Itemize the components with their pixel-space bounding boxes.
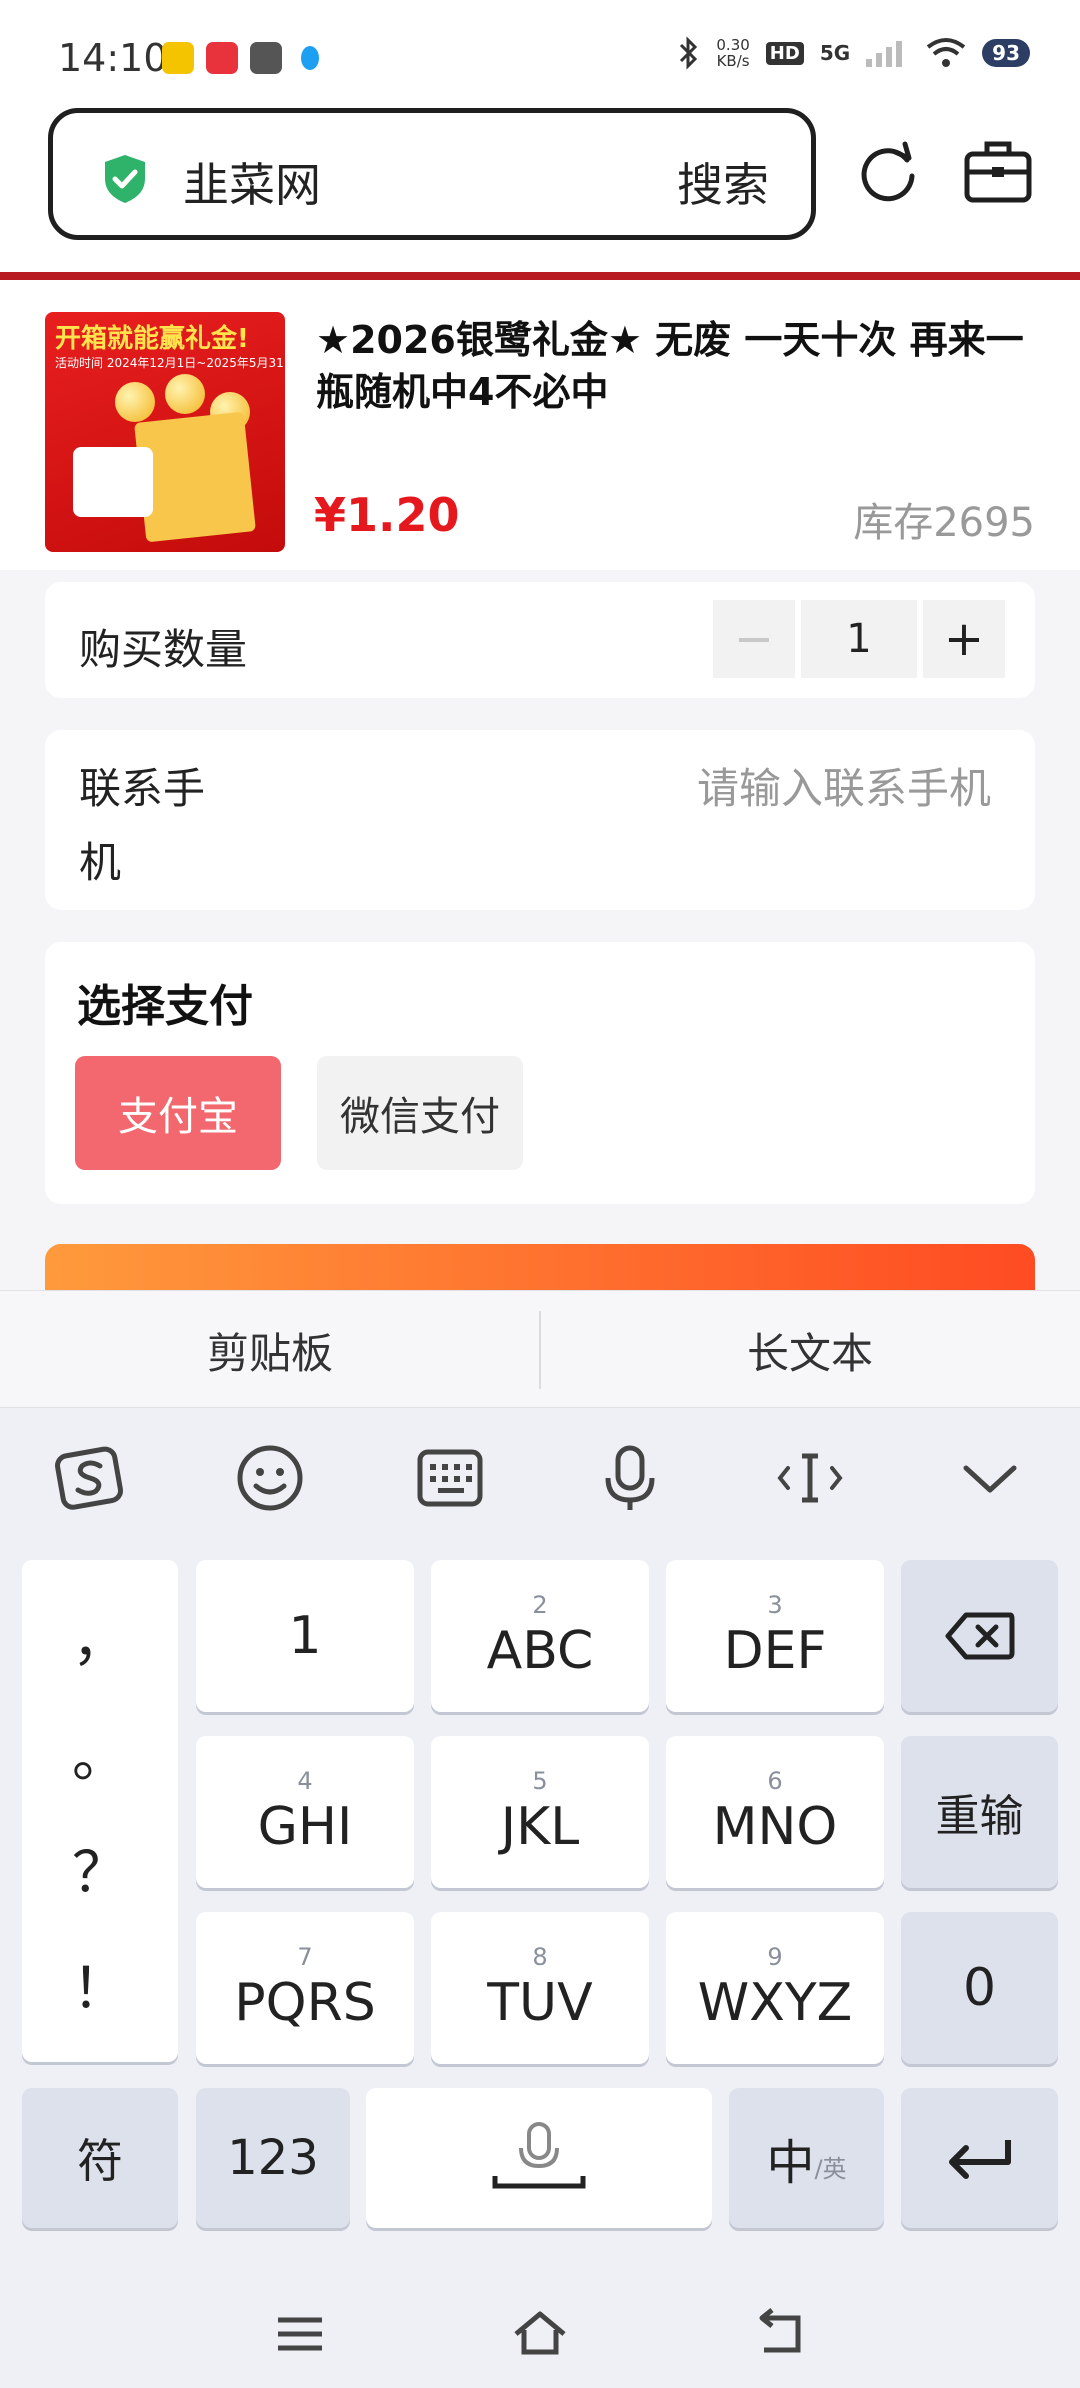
symbols-key[interactable]: 符 xyxy=(22,2088,178,2228)
emoji-icon[interactable] xyxy=(230,1438,310,1518)
hd-badge: HD xyxy=(765,41,804,65)
key-0[interactable]: 0 xyxy=(901,1912,1058,2064)
keyboard-icon[interactable] xyxy=(410,1438,490,1518)
key-9-wxyz[interactable]: 9 WXYZ xyxy=(666,1912,884,2064)
alipay-option[interactable]: 支付宝 xyxy=(75,1056,281,1170)
product-title: ★2026银鹭礼金★ 无废 一天十次 再来一瓶随机中4不必中 xyxy=(316,318,1024,414)
home-icon[interactable] xyxy=(510,2304,570,2364)
header-accent xyxy=(0,272,1080,280)
enter-icon xyxy=(948,2140,1011,2179)
key-7-pqrs[interactable]: 7 PQRS xyxy=(196,1912,414,2064)
page-content: 开箱就能赢礼金! 活动时间 2024年12月1日~2025年5月31日 ★202… xyxy=(0,272,1080,1290)
card-decoration xyxy=(73,447,153,517)
key-2-abc[interactable]: 2 ABC xyxy=(431,1560,649,1712)
qq-notification-icon xyxy=(294,42,326,74)
key-4-ghi[interactable]: 4 GHI xyxy=(196,1736,414,1888)
period-key[interactable]: 。 xyxy=(22,1712,178,1793)
contact-phone-input[interactable] xyxy=(431,758,991,818)
address-text[interactable]: 韭菜网 xyxy=(183,149,321,215)
shield-check-icon xyxy=(105,155,145,203)
signal-bars-icon xyxy=(866,41,903,67)
status-time: 14:10 xyxy=(58,36,168,80)
long-text-button[interactable]: 长文本 xyxy=(540,1291,1080,1409)
ime-keyboard: 剪贴板 长文本 ， 。 ？ ！ 1 2 ABC 3 DEF 4 GHI 5 JK… xyxy=(0,1290,1080,2388)
product-image[interactable]: 开箱就能赢礼金! 活动时间 2024年12月1日~2025年5月31日 xyxy=(45,312,285,552)
keyboard-toolbar xyxy=(0,1408,1080,1544)
wechat-pay-option[interactable]: 微信支付 xyxy=(317,1056,523,1170)
quantity-stepper: − 1 + xyxy=(713,600,1005,678)
space-key[interactable] xyxy=(366,2088,712,2228)
bluetooth-icon xyxy=(680,36,698,70)
key-1[interactable]: 1 xyxy=(196,1560,414,1712)
quantity-label: 购买数量 xyxy=(79,625,248,674)
product-price: ¥1.20 xyxy=(314,488,460,542)
enter-key[interactable] xyxy=(901,2088,1058,2228)
system-nav-bar xyxy=(0,2290,1080,2388)
clipboard-button[interactable]: 剪贴板 xyxy=(0,1291,540,1409)
menu-icon[interactable] xyxy=(270,2304,330,2364)
vivo-notification-icon xyxy=(250,42,282,74)
contact-phone-label: 联系手机 xyxy=(79,764,206,887)
reset-key[interactable]: 重输 xyxy=(901,1736,1058,1888)
payment-title: 选择支付 xyxy=(77,981,253,1032)
comma-key[interactable]: ， xyxy=(22,1596,178,1677)
question-key[interactable]: ？ xyxy=(22,1828,178,1909)
keyboard-suggestion-bar: 剪贴板 长文本 xyxy=(0,1290,1080,1408)
search-button[interactable]: 搜索 xyxy=(677,149,769,215)
product-image-subtitle: 活动时间 2024年12月1日~2025年5月31日 xyxy=(55,356,285,370)
decrease-button[interactable]: − xyxy=(713,600,795,678)
address-bar[interactable]: 韭菜网 搜索 xyxy=(48,108,816,240)
payment-card: 选择支付 支付宝 微信支付 xyxy=(45,942,1035,1204)
increase-button[interactable]: + xyxy=(923,600,1005,678)
key-3-def[interactable]: 3 DEF xyxy=(666,1560,884,1712)
language-toggle-key[interactable]: 中 /英 xyxy=(729,2088,884,2228)
product-stock: 库存2695 xyxy=(853,500,1035,546)
collapse-icon[interactable] xyxy=(950,1438,1030,1518)
coin-decoration xyxy=(115,382,155,422)
numbers-key[interactable]: 123 xyxy=(196,2088,350,2228)
backspace-key[interactable] xyxy=(901,1560,1058,1712)
backspace-icon xyxy=(945,1612,1014,1660)
reload-icon[interactable] xyxy=(855,140,921,206)
toolbox-icon[interactable] xyxy=(963,138,1033,204)
voice-space-icon xyxy=(492,2122,586,2189)
coin-decoration xyxy=(165,374,205,414)
net-speed: 0.30 KB/s xyxy=(716,36,750,70)
exclamation-key[interactable]: ！ xyxy=(22,1944,178,2025)
product-image-title: 开箱就能赢礼金! xyxy=(55,324,249,354)
microphone-icon[interactable] xyxy=(590,1438,670,1518)
toutiao-notification-icon xyxy=(206,42,238,74)
signal-5g-icon: 5G xyxy=(819,41,851,65)
key-8-tuv[interactable]: 8 TUV xyxy=(431,1912,649,2064)
key-6-mno[interactable]: 6 MNO xyxy=(666,1736,884,1888)
browser-toolbar: 韭菜网 搜索 xyxy=(0,100,1080,272)
quantity-card: 购买数量 − 1 + xyxy=(45,582,1035,698)
contact-phone-card: 联系手机 xyxy=(45,730,1035,910)
submit-button[interactable] xyxy=(45,1244,1035,1290)
notification-icons xyxy=(162,42,326,74)
punctuation-column[interactable]: ， 。 ？ ！ xyxy=(22,1560,178,2062)
status-bar: 14:10 0.30 KB/s HD 5G 93 xyxy=(0,0,1080,100)
key-5-jkl[interactable]: 5 JKL xyxy=(431,1736,649,1888)
app-notification-icon xyxy=(162,42,194,74)
back-icon[interactable] xyxy=(750,2304,810,2364)
product-card: 开箱就能赢礼金! 活动时间 2024年12月1日~2025年5月31日 ★202… xyxy=(0,280,1080,570)
cursor-icon[interactable] xyxy=(770,1438,850,1518)
wifi-icon xyxy=(926,38,966,67)
quantity-value[interactable]: 1 xyxy=(801,600,917,678)
battery-indicator: 93 xyxy=(982,39,1030,67)
sogou-logo-icon[interactable] xyxy=(50,1438,130,1518)
